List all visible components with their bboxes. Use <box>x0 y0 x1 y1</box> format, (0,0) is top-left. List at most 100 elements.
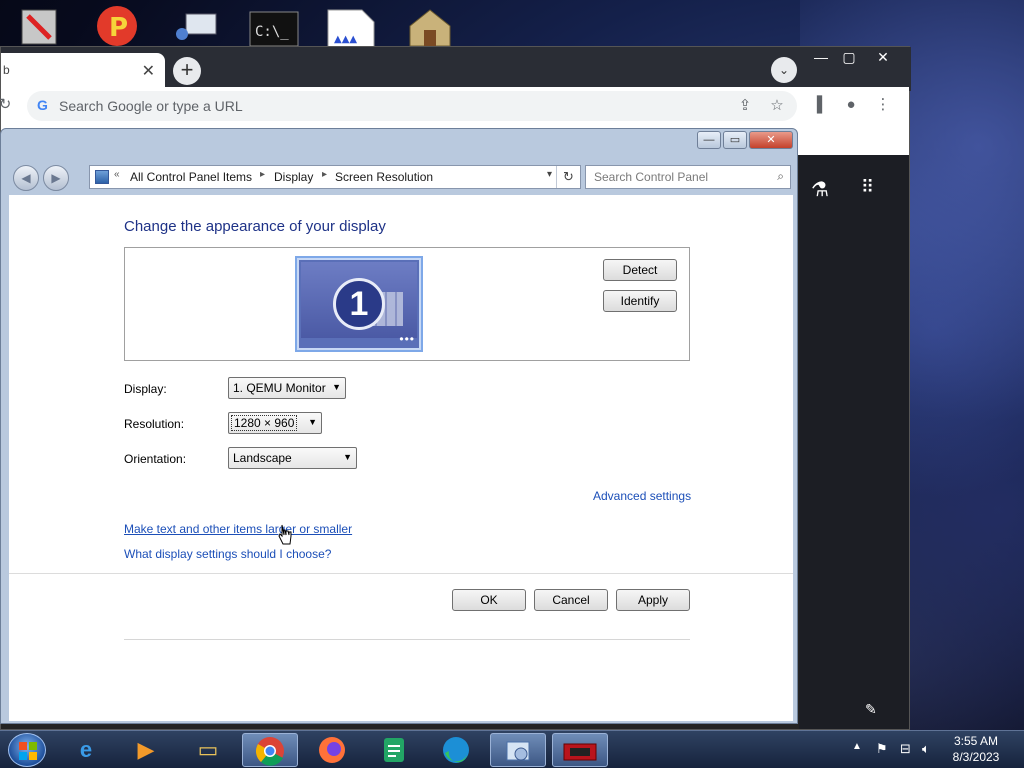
identify-button[interactable]: Identify <box>603 290 677 312</box>
monitor-preview-icon[interactable]: 1 ••• <box>295 256 423 352</box>
address-bar[interactable]: « All Control Panel Items ▸ Display ▸ Sc… <box>89 165 581 189</box>
omnibox[interactable]: G Search Google or type a URL ⇪ ☆ <box>27 91 797 121</box>
start-button[interactable] <box>8 733 46 767</box>
cp-navigation-bar: ◀ ▶ « All Control Panel Items ▸ Display … <box>1 161 797 195</box>
control-panel-icon <box>95 170 109 184</box>
desktop-icon-network[interactable] <box>168 4 224 48</box>
apps-grid-icon[interactable]: ⠿ <box>861 177 874 198</box>
forward-button[interactable]: ▶ <box>43 165 69 191</box>
clock[interactable]: 3:55 AM 8/3/2023 <box>946 733 1006 765</box>
cp-content: Change the appearance of your display 1 … <box>9 195 793 721</box>
taskbar: e ▶ ▭ ▲ ⚑ ⊟ 🔈︎ 3:55 AM 8/3/2023 <box>0 730 1024 768</box>
desktop-icon-app1[interactable] <box>14 4 70 48</box>
tab-title: b <box>3 63 10 77</box>
taskbar-edge-icon[interactable] <box>428 733 484 767</box>
chevron-right-icon[interactable]: ▸ <box>260 169 265 180</box>
taskbar-file-explorer-icon[interactable]: ▭ <box>180 733 236 767</box>
display-preview-area: 1 ••• Detect Identify <box>124 247 690 361</box>
svg-text:C:\_: C:\_ <box>255 24 289 40</box>
display-help-link[interactable]: What display settings should I choose? <box>124 547 331 561</box>
desktop-icon-document[interactable]: ▲▲▲ <box>324 4 380 49</box>
close-icon[interactable]: ✕ <box>871 49 895 65</box>
dropdown-arrow-icon: ▼ <box>332 382 341 392</box>
desktop-icon-cmd[interactable]: C:\_ <box>246 4 302 48</box>
search-placeholder: Search Control Panel <box>594 170 709 184</box>
cancel-button[interactable]: Cancel <box>534 589 608 611</box>
chevron-double-left-icon[interactable]: « <box>114 169 120 180</box>
share-icon[interactable]: ⇪ <box>733 94 757 118</box>
new-tab-button[interactable]: + <box>173 57 201 85</box>
button-row-divider <box>9 573 793 574</box>
orientation-select-value: Landscape <box>233 451 292 465</box>
edit-pencil-icon[interactable]: ✎ <box>865 701 877 718</box>
svg-text:▲▲▲: ▲▲▲ <box>334 34 357 45</box>
control-panel-window: — ▭ ✕ ◀ ▶ « All Control Panel Items ▸ Di… <box>0 128 798 724</box>
orientation-select[interactable]: Landscape ▼ <box>228 447 357 469</box>
labs-flask-icon[interactable]: ⚗ <box>811 177 829 202</box>
cp-titlebar: — ▭ ✕ <box>1 129 797 159</box>
cp-maximize-button[interactable]: ▭ <box>723 131 747 149</box>
google-icon: G <box>37 97 48 113</box>
minimize-icon[interactable]: — <box>809 49 833 65</box>
breadcrumb-display[interactable]: Display <box>274 170 313 184</box>
taskbar-control-panel-icon[interactable] <box>490 733 546 767</box>
maximize-icon[interactable]: ▢ <box>837 49 861 65</box>
clock-date: 8/3/2023 <box>952 750 1000 764</box>
menu-kebab-icon[interactable]: ⋮ <box>871 93 895 117</box>
clock-time: 3:55 AM <box>953 734 999 748</box>
cp-close-button[interactable]: ✕ <box>749 131 793 149</box>
taskbar-chrome-icon[interactable] <box>242 733 298 767</box>
advanced-settings-link[interactable]: Advanced settings <box>593 489 691 503</box>
svg-text:P: P <box>109 13 128 43</box>
profile-avatar-icon[interactable]: ● <box>839 93 863 117</box>
taskbar-sheets-icon[interactable] <box>366 733 422 767</box>
omnibox-placeholder: Search Google or type a URL <box>59 98 243 114</box>
bookmark-star-icon[interactable]: ☆ <box>765 94 789 118</box>
address-dropdown-icon[interactable]: ▾ <box>547 169 552 180</box>
action-center-flag-icon[interactable]: ⚑ <box>876 741 888 757</box>
reload-icon[interactable]: ↻ <box>0 93 17 117</box>
ok-button[interactable]: OK <box>452 589 526 611</box>
display-select-value: 1. QEMU Monitor <box>233 381 326 395</box>
taskbar-display-adapter-icon[interactable] <box>552 733 608 767</box>
tab-close-icon[interactable]: ✕ <box>142 61 155 81</box>
dropdown-arrow-icon: ▼ <box>343 452 352 462</box>
hand-cursor-icon <box>278 524 292 545</box>
dropdown-arrow-icon: ▼ <box>308 417 317 427</box>
taskbar-internet-explorer-icon[interactable]: e <box>58 733 114 767</box>
breadcrumb-screen-resolution[interactable]: Screen Resolution <box>335 170 433 184</box>
back-button[interactable]: ◀ <box>13 165 39 191</box>
chrome-tab[interactable]: b ✕ <box>1 53 165 91</box>
desktop-icon-home[interactable] <box>404 4 460 48</box>
refresh-icon[interactable]: ↻ <box>556 166 580 188</box>
orientation-label: Orientation: <box>124 452 187 466</box>
network-icon[interactable]: ⊟ <box>900 741 911 757</box>
display-label: Display: <box>124 382 167 396</box>
taskbar-firefox-icon[interactable] <box>304 733 360 767</box>
resolution-select[interactable]: 1280 × 960 ▼ <box>228 412 322 434</box>
chevron-right-icon[interactable]: ▸ <box>322 169 327 180</box>
cp-minimize-button[interactable]: — <box>697 131 721 149</box>
monitor-dots: ••• <box>399 332 415 346</box>
resolution-label: Resolution: <box>124 417 185 431</box>
resolution-select-value: 1280 × 960 <box>231 415 298 431</box>
display-select[interactable]: 1. QEMU Monitor ▼ <box>228 377 346 399</box>
text-size-link[interactable]: Make text and other items larger or smal… <box>124 522 352 536</box>
apply-button[interactable]: Apply <box>616 589 690 611</box>
volume-icon[interactable]: 🔈︎ <box>922 741 930 757</box>
page-right-panel: ⚗ ⠿ ✎ <box>799 155 909 729</box>
search-control-panel-input[interactable]: Search Control Panel ⌕ <box>585 165 791 189</box>
chrome-titlebar: b ✕ + — ▢ ✕ ⌄ <box>1 47 911 91</box>
page-title: Change the appearance of your display <box>124 218 386 235</box>
monitor-number: 1 <box>333 278 385 330</box>
chrome-toolbar: ↻ G Search Google or type a URL ⇪ ☆ ▐ ● … <box>0 87 909 123</box>
breadcrumb-all-items[interactable]: All Control Panel Items <box>130 170 252 184</box>
side-panel-icon[interactable]: ▐ <box>805 93 829 117</box>
taskbar-media-player-icon[interactable]: ▶ <box>118 733 174 767</box>
search-icon[interactable]: ⌕ <box>777 169 784 184</box>
detect-button[interactable]: Detect <box>603 259 677 281</box>
show-hidden-icons-icon[interactable]: ▲ <box>852 741 862 752</box>
tab-search-icon[interactable]: ⌄ <box>771 57 797 83</box>
divider <box>124 639 690 640</box>
desktop-icon-app2[interactable]: P <box>92 4 148 48</box>
